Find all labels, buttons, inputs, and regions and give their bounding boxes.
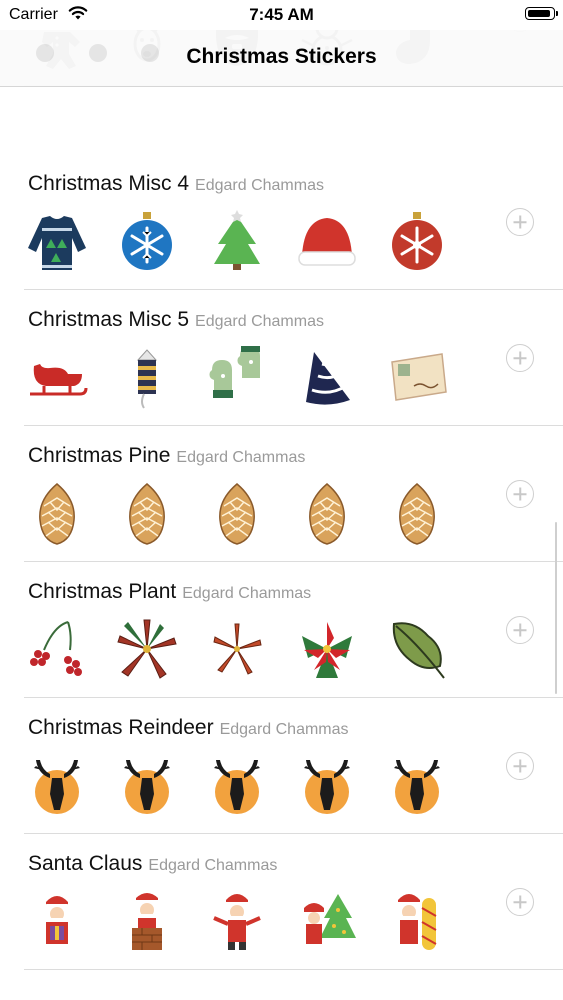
sticker-preview-strip (24, 616, 450, 688)
reindeer-silhouette-sticker (114, 752, 180, 818)
santa-hat-sticker (294, 208, 360, 274)
reindeer-silhouette-sticker (204, 752, 270, 818)
pack-name: Christmas Misc 4 (28, 172, 190, 195)
sticker-pack-row[interactable]: Christmas Plant Edgard Chammas (0, 562, 563, 698)
santa-gift-sticker (24, 888, 90, 954)
red-ornament-sticker (384, 208, 450, 274)
navigation-bar: Christmas Stickers (0, 30, 563, 87)
sticker-pack-row[interactable]: Christmas Misc 4 Edgard Chammas (0, 154, 563, 290)
postcard-sticker (384, 344, 450, 410)
sticker-preview-strip (24, 208, 450, 280)
scrollbar[interactable] (555, 522, 557, 694)
reindeer-silhouette-sticker (384, 752, 450, 818)
pine-cone-sticker (204, 480, 270, 546)
pine-cone-sticker (24, 480, 90, 546)
add-pack-button[interactable] (506, 208, 534, 236)
pack-author: Edgard Chammas (219, 721, 349, 738)
add-pack-button[interactable] (506, 616, 534, 644)
pack-name: Christmas Pine (28, 444, 171, 467)
pack-name: Santa Claus (28, 852, 143, 875)
firework-sticker (114, 344, 180, 410)
clock: 7:45 AM (249, 5, 314, 24)
pack-author: Edgard Chammas (195, 313, 324, 330)
pack-author: Edgard Chammas (195, 177, 324, 194)
status-bar: Carrier 7:45 AM (0, 0, 563, 30)
pack-name: Christmas Plant (28, 580, 177, 603)
pack-name: Christmas Misc 5 (28, 308, 190, 331)
santa-chimney-sticker (114, 888, 180, 954)
pack-header: Santa Claus Edgard Chammas (28, 852, 277, 876)
pack-header: Christmas Misc 5 Edgard Chammas (28, 308, 324, 332)
sticker-preview-strip (24, 888, 450, 960)
snowflake-ornament-sticker (114, 208, 180, 274)
sticker-pack-row[interactable]: Christmas Pine Edgard Chammas (0, 426, 563, 562)
star-anise-small-sticker (204, 616, 270, 682)
sticker-preview-strip (24, 752, 450, 824)
party-hat-sticker (294, 344, 360, 410)
poinsettia-sticker (294, 616, 360, 682)
pack-header: Christmas Plant Edgard Chammas (28, 580, 311, 604)
add-pack-button[interactable] (506, 344, 534, 372)
pack-header: Christmas Reindeer Edgard Chammas (28, 716, 349, 740)
pack-name: Christmas Reindeer (28, 716, 214, 739)
pack-author: Edgard Chammas (182, 585, 312, 602)
sticker-pack-row[interactable]: Christmas Reindeer Edgard Chammas (0, 698, 563, 834)
pack-header: Christmas Pine Edgard Chammas (28, 444, 305, 468)
pine-cone-sticker (384, 480, 450, 546)
ugly-sweater-sticker (24, 208, 90, 274)
reindeer-silhouette-sticker (24, 752, 90, 818)
mittens-sticker (204, 344, 270, 410)
add-pack-button[interactable] (506, 888, 534, 916)
sticker-preview-strip (24, 480, 450, 552)
oak-leaf-sticker (384, 616, 450, 682)
add-pack-button[interactable] (506, 752, 534, 780)
santa-tree-sticker (294, 888, 360, 954)
sticker-pack-row[interactable]: Santa Claus Edgard Chammas (0, 834, 563, 970)
sticker-pack-row[interactable]: Christmas Misc 5 Edgard Chammas (0, 290, 563, 426)
add-pack-button[interactable] (506, 480, 534, 508)
pack-author: Edgard Chammas (176, 449, 306, 466)
christmas-tree-sticker (204, 208, 270, 274)
red-berries-sticker (24, 616, 90, 682)
star-anise-sticker (114, 616, 180, 682)
reindeer-silhouette-sticker (294, 752, 360, 818)
page-title: Christmas Stickers (186, 45, 377, 68)
row-divider (24, 969, 563, 970)
santa-waving-sticker (204, 888, 270, 954)
sticker-preview-strip (24, 344, 450, 416)
pack-header: Christmas Misc 4 Edgard Chammas (28, 172, 324, 196)
pine-cone-sticker (114, 480, 180, 546)
sleigh-sticker (24, 344, 90, 410)
santa-sign-sticker (384, 888, 450, 954)
pack-author: Edgard Chammas (148, 857, 278, 874)
battery-icon (525, 7, 558, 20)
pine-cone-sticker (294, 480, 360, 546)
